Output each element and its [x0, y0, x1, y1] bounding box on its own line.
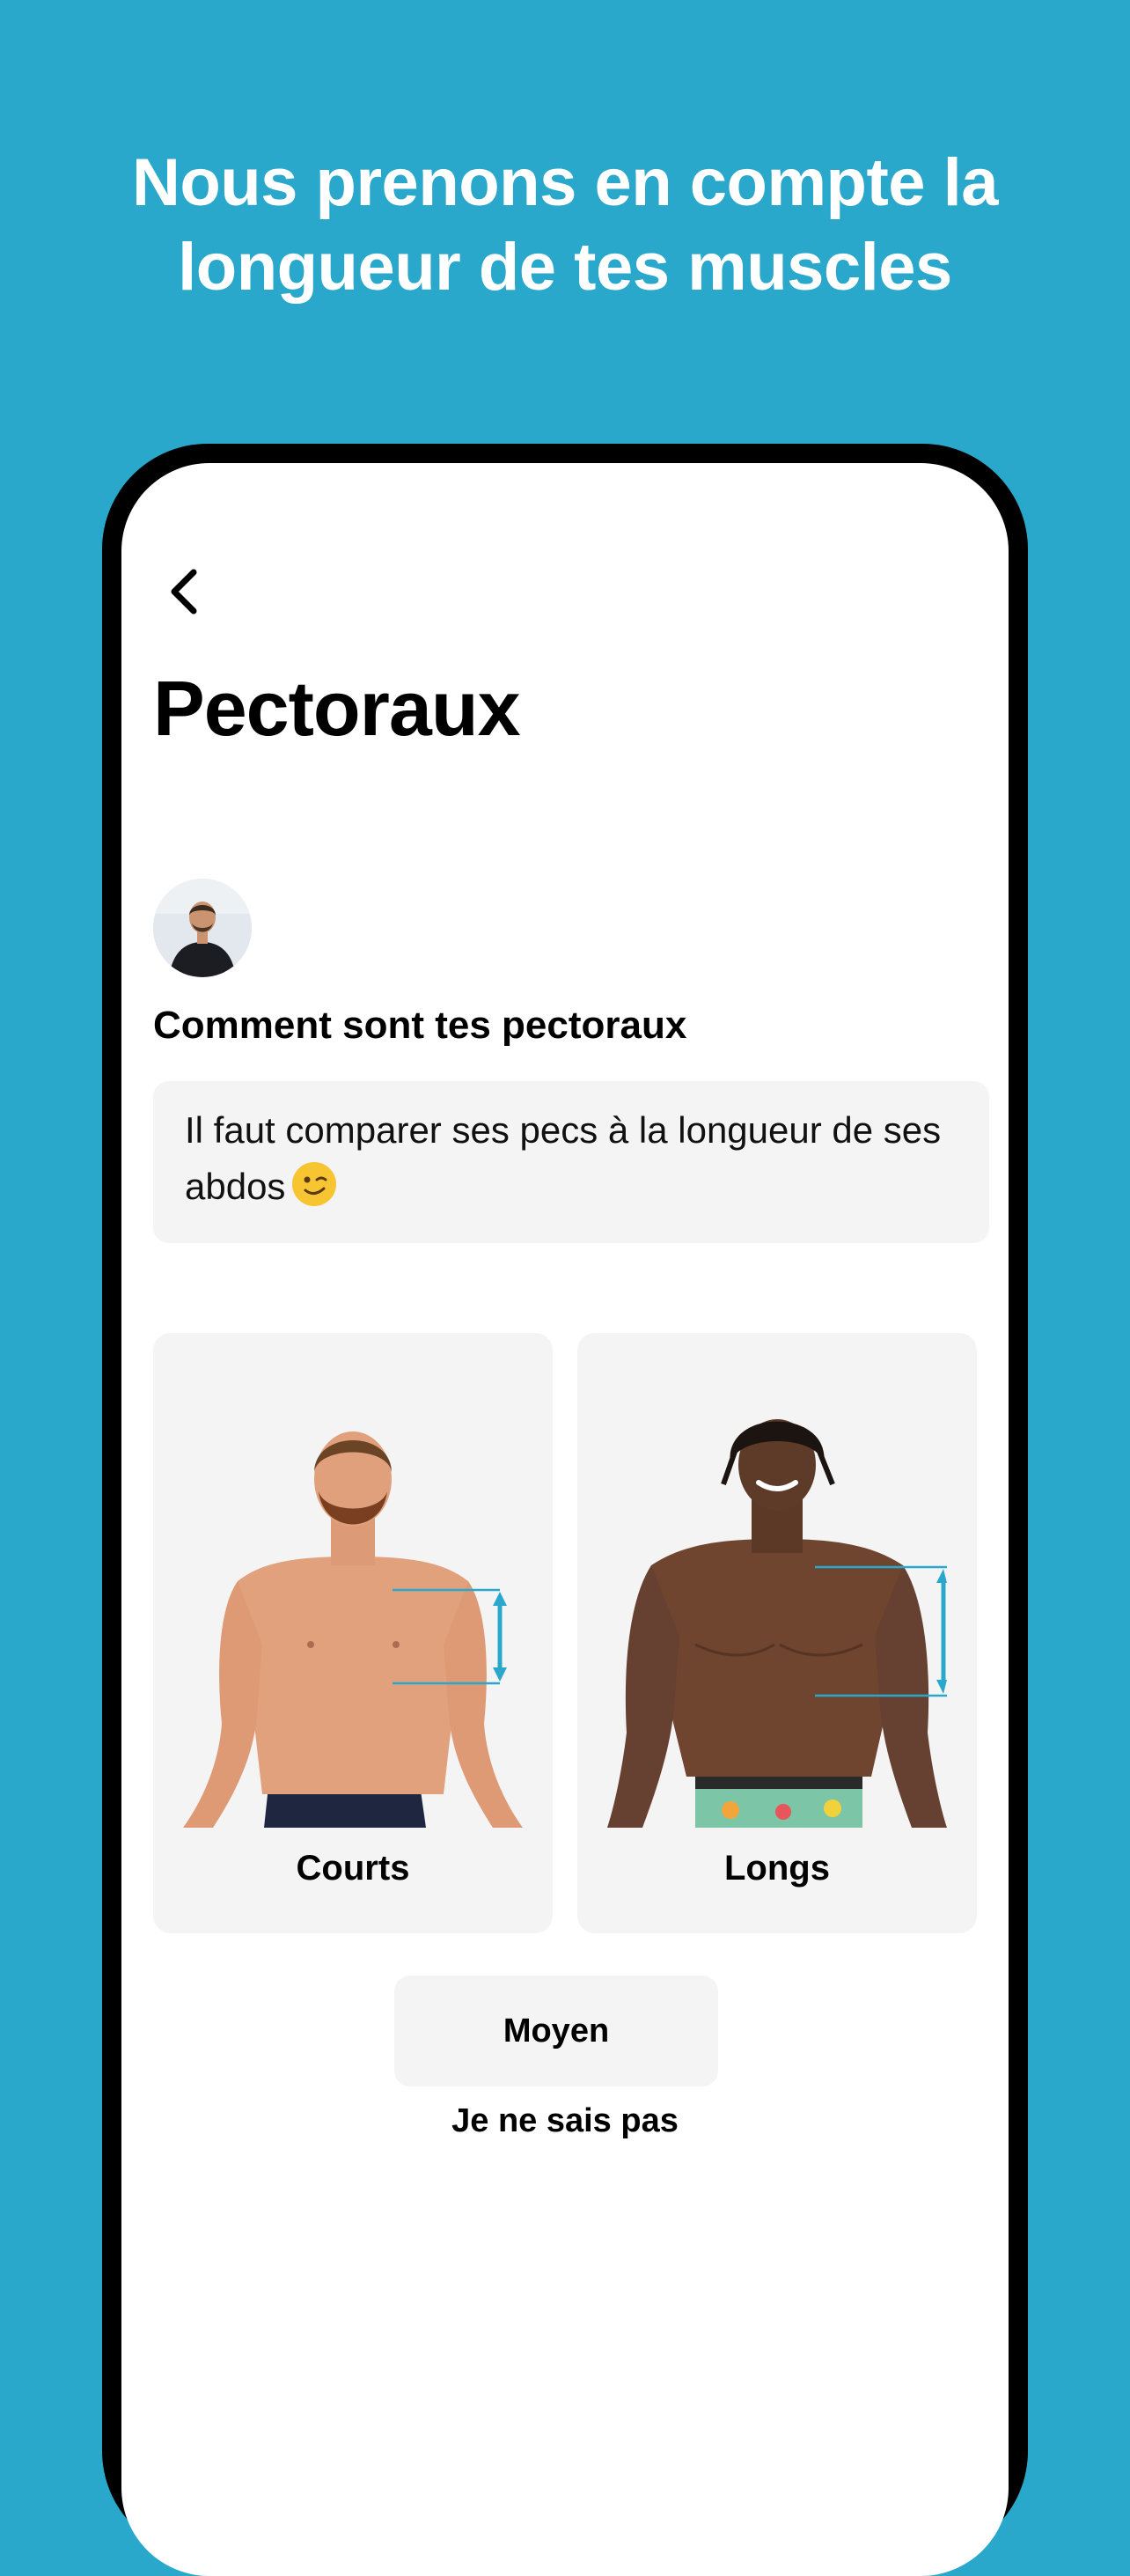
- question-text: Comment sont tes pectoraux: [153, 1004, 687, 1047]
- coach-avatar: [153, 879, 252, 977]
- back-button[interactable]: [160, 565, 213, 618]
- page-title: Pectoraux: [153, 665, 521, 752]
- option-card-long[interactable]: Longs: [577, 1333, 977, 1933]
- option-label-long: Longs: [724, 1849, 830, 1888]
- winking-face-icon: [292, 1162, 337, 1206]
- option-label-short: Courts: [296, 1849, 410, 1888]
- long-pecs-photo: [607, 1380, 947, 1828]
- option-unknown-link[interactable]: Je ne sais pas: [121, 2102, 1009, 2140]
- hint-box: Il faut comparer ses pecs à la longueur …: [153, 1081, 989, 1243]
- option-medium-button[interactable]: Moyen: [394, 1976, 718, 2087]
- phone-screen: Pectoraux Comment sont tes pectoraux Il …: [121, 463, 1009, 2576]
- headline-line-1: Nous prenons en compte la: [131, 145, 999, 220]
- headline-line-2: longueur de tes muscles: [178, 230, 952, 305]
- option-card-short[interactable]: Courts: [153, 1333, 553, 1933]
- short-pecs-photo: [183, 1380, 523, 1828]
- marketing-headline: Nous prenons en compte la longueur de te…: [0, 141, 1130, 310]
- chevron-left-icon: [171, 569, 197, 615]
